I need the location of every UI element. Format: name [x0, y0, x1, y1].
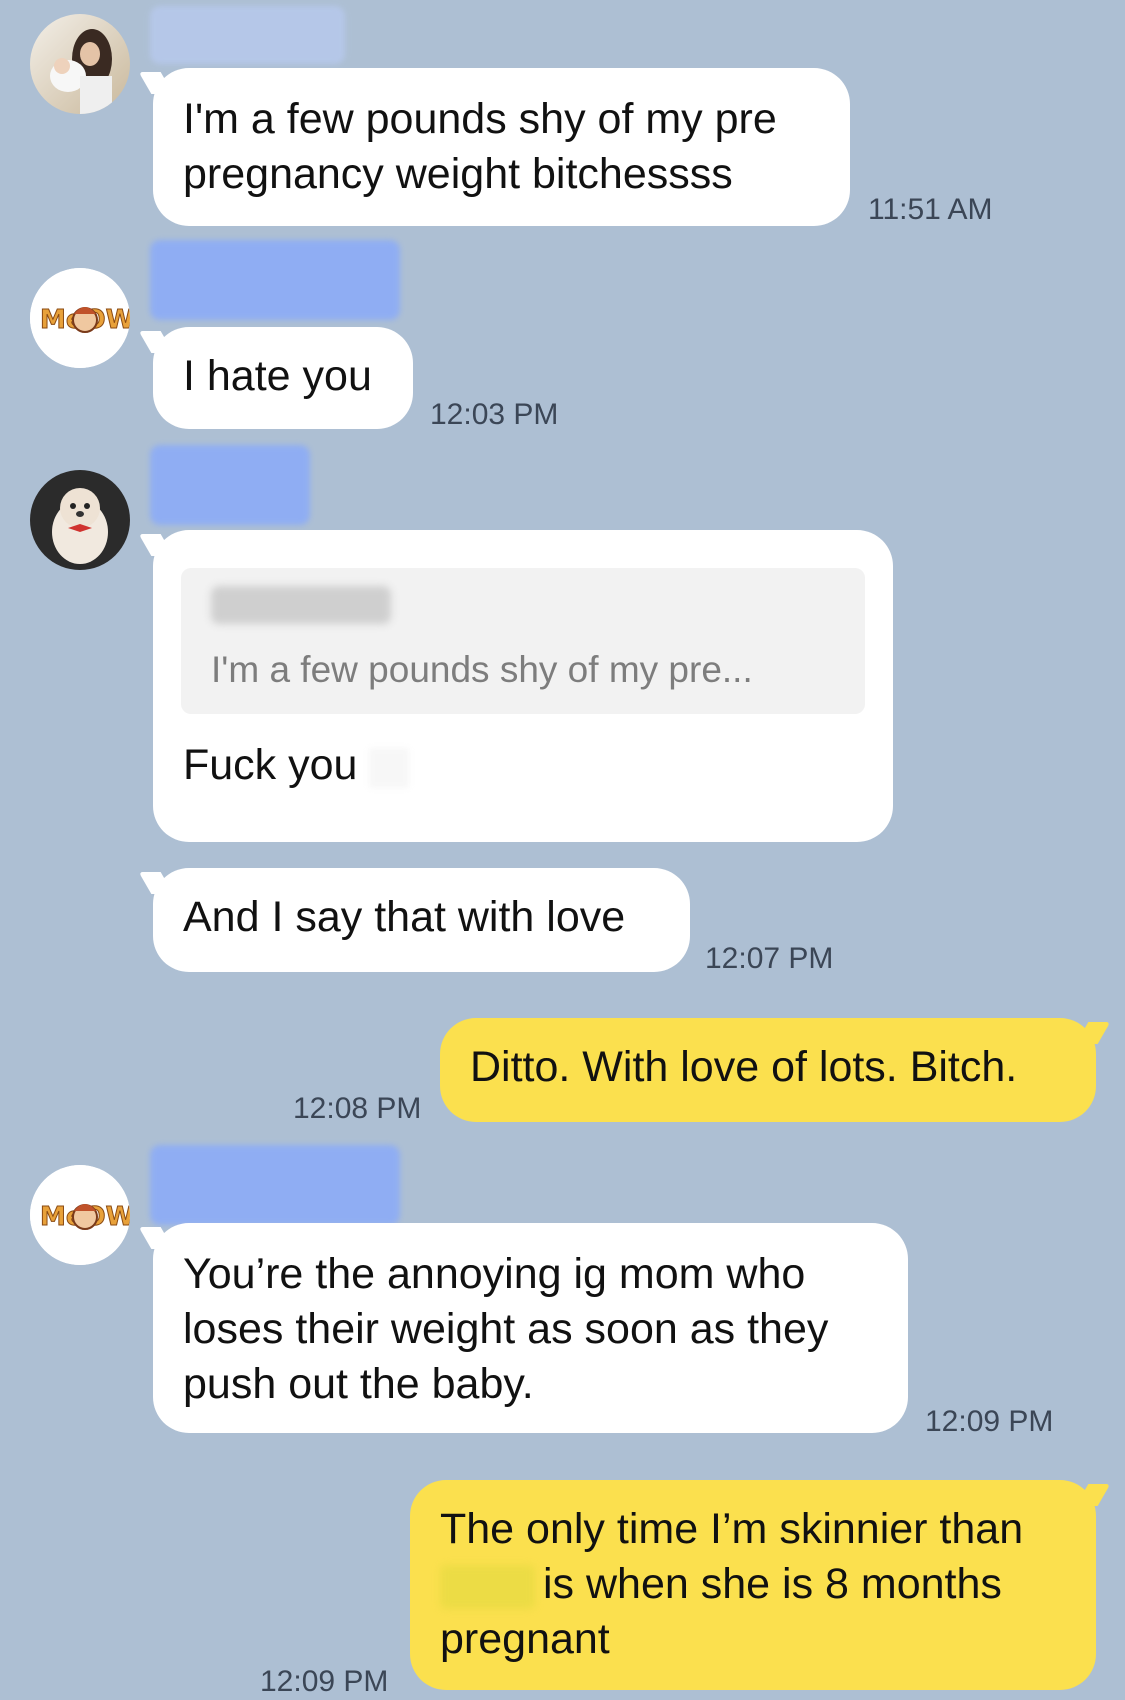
- message-text-part-1: The only time I’m skinnier than: [440, 1505, 1024, 1553]
- message-bubble[interactable]: And I say that with love: [153, 868, 690, 972]
- message-text: You’re the annoying ig mom who loses the…: [183, 1250, 829, 1408]
- message-timestamp: 12:08 PM: [293, 1092, 422, 1125]
- message-text: Ditto. With love of lots. Bitch.: [470, 1043, 1018, 1091]
- avatar-photo: [30, 14, 130, 114]
- message-timestamp: 12:07 PM: [705, 942, 834, 975]
- redacted-emoji: [369, 747, 410, 788]
- message-text: I'm a few pounds shy of my pre pregnancy…: [183, 95, 777, 198]
- redacted-name: [440, 1564, 535, 1609]
- quoted-message[interactable]: I'm a few pounds shy of my pre...: [181, 568, 865, 714]
- message-text: I hate you: [183, 352, 372, 400]
- avatar-dog[interactable]: [30, 470, 130, 570]
- message-text: And I say that with love: [183, 893, 626, 941]
- bitmoji-icon: MeOW: [30, 268, 130, 368]
- outgoing-message-bubble[interactable]: The only time I’m skinnier than is when …: [410, 1480, 1096, 1690]
- quoted-sender-redacted: [211, 586, 391, 624]
- message-text: Fuck you: [183, 741, 358, 789]
- avatar-meow-bitmoji[interactable]: MeOW: [30, 268, 130, 368]
- bitmoji-icon: MeOW: [30, 1165, 130, 1265]
- sender-name-redacted: [150, 445, 310, 525]
- quoted-text: I'm a few pounds shy of my pre...: [211, 649, 753, 690]
- sender-name-redacted: [150, 240, 400, 320]
- outgoing-message-bubble[interactable]: Ditto. With love of lots. Bitch.: [440, 1018, 1096, 1122]
- message-timestamp: 12:03 PM: [430, 398, 559, 431]
- message-timestamp: 11:51 AM: [868, 193, 993, 226]
- avatar-photo: [30, 470, 130, 570]
- message-bubble[interactable]: I'm a few pounds shy of my pre pregnancy…: [153, 68, 850, 226]
- sender-name-redacted: [150, 6, 345, 64]
- message-timestamp: 12:09 PM: [260, 1665, 389, 1698]
- sender-name-redacted: [150, 1145, 400, 1225]
- message-bubble[interactable]: You’re the annoying ig mom who loses the…: [153, 1223, 908, 1433]
- reply-message-bubble[interactable]: I'm a few pounds shy of my pre... Fuck y…: [153, 530, 893, 842]
- message-timestamp: 12:09 PM: [925, 1405, 1054, 1438]
- avatar-mother-baby[interactable]: [30, 14, 130, 114]
- message-bubble[interactable]: I hate you: [153, 327, 413, 429]
- avatar-meow-bitmoji[interactable]: MeOW: [30, 1165, 130, 1265]
- chat-thread[interactable]: I'm a few pounds shy of my pre pregnancy…: [0, 0, 1125, 1700]
